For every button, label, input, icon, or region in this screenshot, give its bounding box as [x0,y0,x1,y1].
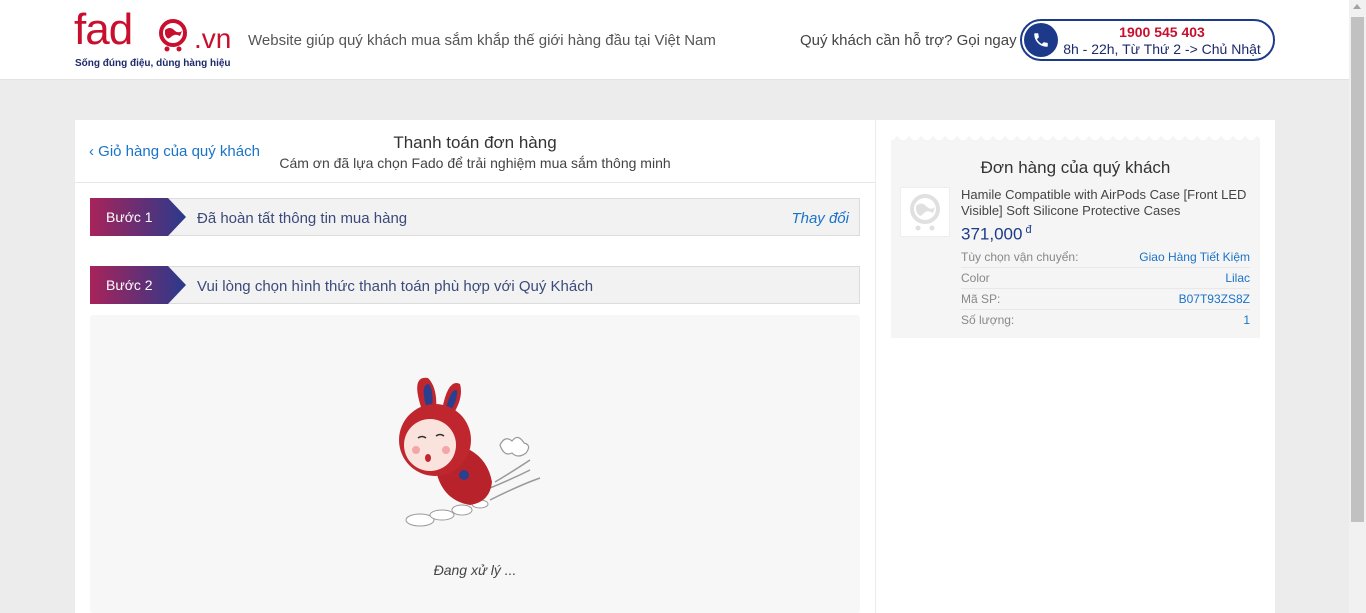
page-title: Thanh toán đơn hàng [393,133,557,152]
hotline-button[interactable]: 1900 545 403 8h - 22h, Từ Thứ 2 -> Chủ N… [1020,19,1275,61]
detail-row-sku: Mã SP: B07T93ZS8Z [961,289,1250,310]
checkout-panel: ‹ Giỏ hàng của quý khách Thanh toán đơn … [75,120,875,613]
scroll-up-arrow-icon[interactable] [1353,4,1361,9]
detail-key: Mã SP: [961,292,1001,306]
order-title: Đơn hàng của quý khách [980,158,1171,177]
phone-icon [1024,23,1058,57]
step-2-badge: Bước 2 [90,266,186,304]
currency-symbol: đ [1025,224,1032,236]
step-1-badge: Bước 1 [90,198,186,236]
hotline-number: 1900 545 403 [1119,24,1205,40]
checkout-header: ‹ Giỏ hàng của quý khách Thanh toán đơn … [75,120,875,183]
detail-row-quantity: Số lượng: 1 [961,310,1250,331]
detail-value[interactable]: Giao Hàng Tiết Kiệm [1139,250,1250,264]
processing-area: Đang xử lý ... [90,315,860,613]
page-scrollbar[interactable] [1349,0,1366,613]
order-box: Đơn hàng của quý khách Hamile Compatible… [891,140,1260,338]
price-value: 371,000 [961,224,1023,244]
hotline-hours: 8h - 22h, Từ Thứ 2 -> Chủ Nhật [1063,41,1261,57]
product-name[interactable]: Hamile Compatible with AirPods Case [Fro… [961,187,1253,219]
product-price: 371,000 đ [961,224,1032,245]
logo-suffix: .vn [194,23,232,54]
step-1-label: Bước 1 [106,209,153,225]
globe-cart-icon [159,19,187,52]
page-subtitle: Cám ơn đã lựa chọn Fado để trải nghiệm m… [279,155,671,171]
logo-tagline: Sống đúng điệu, dùng hàng hiệu [75,58,231,69]
detail-key: Color [961,271,990,285]
change-step-1-link[interactable]: Thay đổi [791,210,849,227]
step-2-text: Vui lòng chọn hình thức thanh toán phù h… [197,278,594,295]
detail-value: B07T93ZS8Z [1178,292,1250,306]
step-2: Bước 2 Vui lòng chọn hình thức thanh toá… [90,266,860,304]
scroll-thumb[interactable] [1351,17,1364,522]
fado-logo[interactable]: fad .vn Sống đúng điệu, dùng hàng hiệu [74,6,239,72]
logo-wordmark: fad [74,5,133,54]
processing-status: Đang xử lý ... [433,562,517,578]
site-header: fad .vn Sống đúng điệu, dùng hàng hiệu W… [0,0,1349,80]
detail-key: Số lượng: [961,313,1015,327]
support-prompt: Quý khách cần hỗ trợ? Gọi ngay [800,32,1017,49]
detail-value: Lilac [1225,271,1250,285]
detail-value: 1 [1243,313,1250,327]
order-summary-panel: Đơn hàng của quý khách Hamile Compatible… [876,120,1275,613]
detail-row-shipping: Tùy chọn vận chuyển: Giao Hàng Tiết Kiệm [961,247,1250,268]
step-2-label: Bước 2 [106,277,153,293]
detail-key: Tùy chọn vận chuyển: [961,250,1079,264]
product-thumbnail[interactable] [900,187,950,237]
detail-row-color: Color Lilac [961,268,1250,289]
site-tagline: Website giúp quý khách mua sắm khắp thế … [248,32,716,49]
step-1-text: Đã hoàn tất thông tin mua hàng [197,210,408,227]
step-1: Bước 1 Đã hoàn tất thông tin mua hàng Th… [90,198,860,236]
mascot-rabbit-illustration [399,377,541,527]
globe-cart-icon [910,194,940,231]
